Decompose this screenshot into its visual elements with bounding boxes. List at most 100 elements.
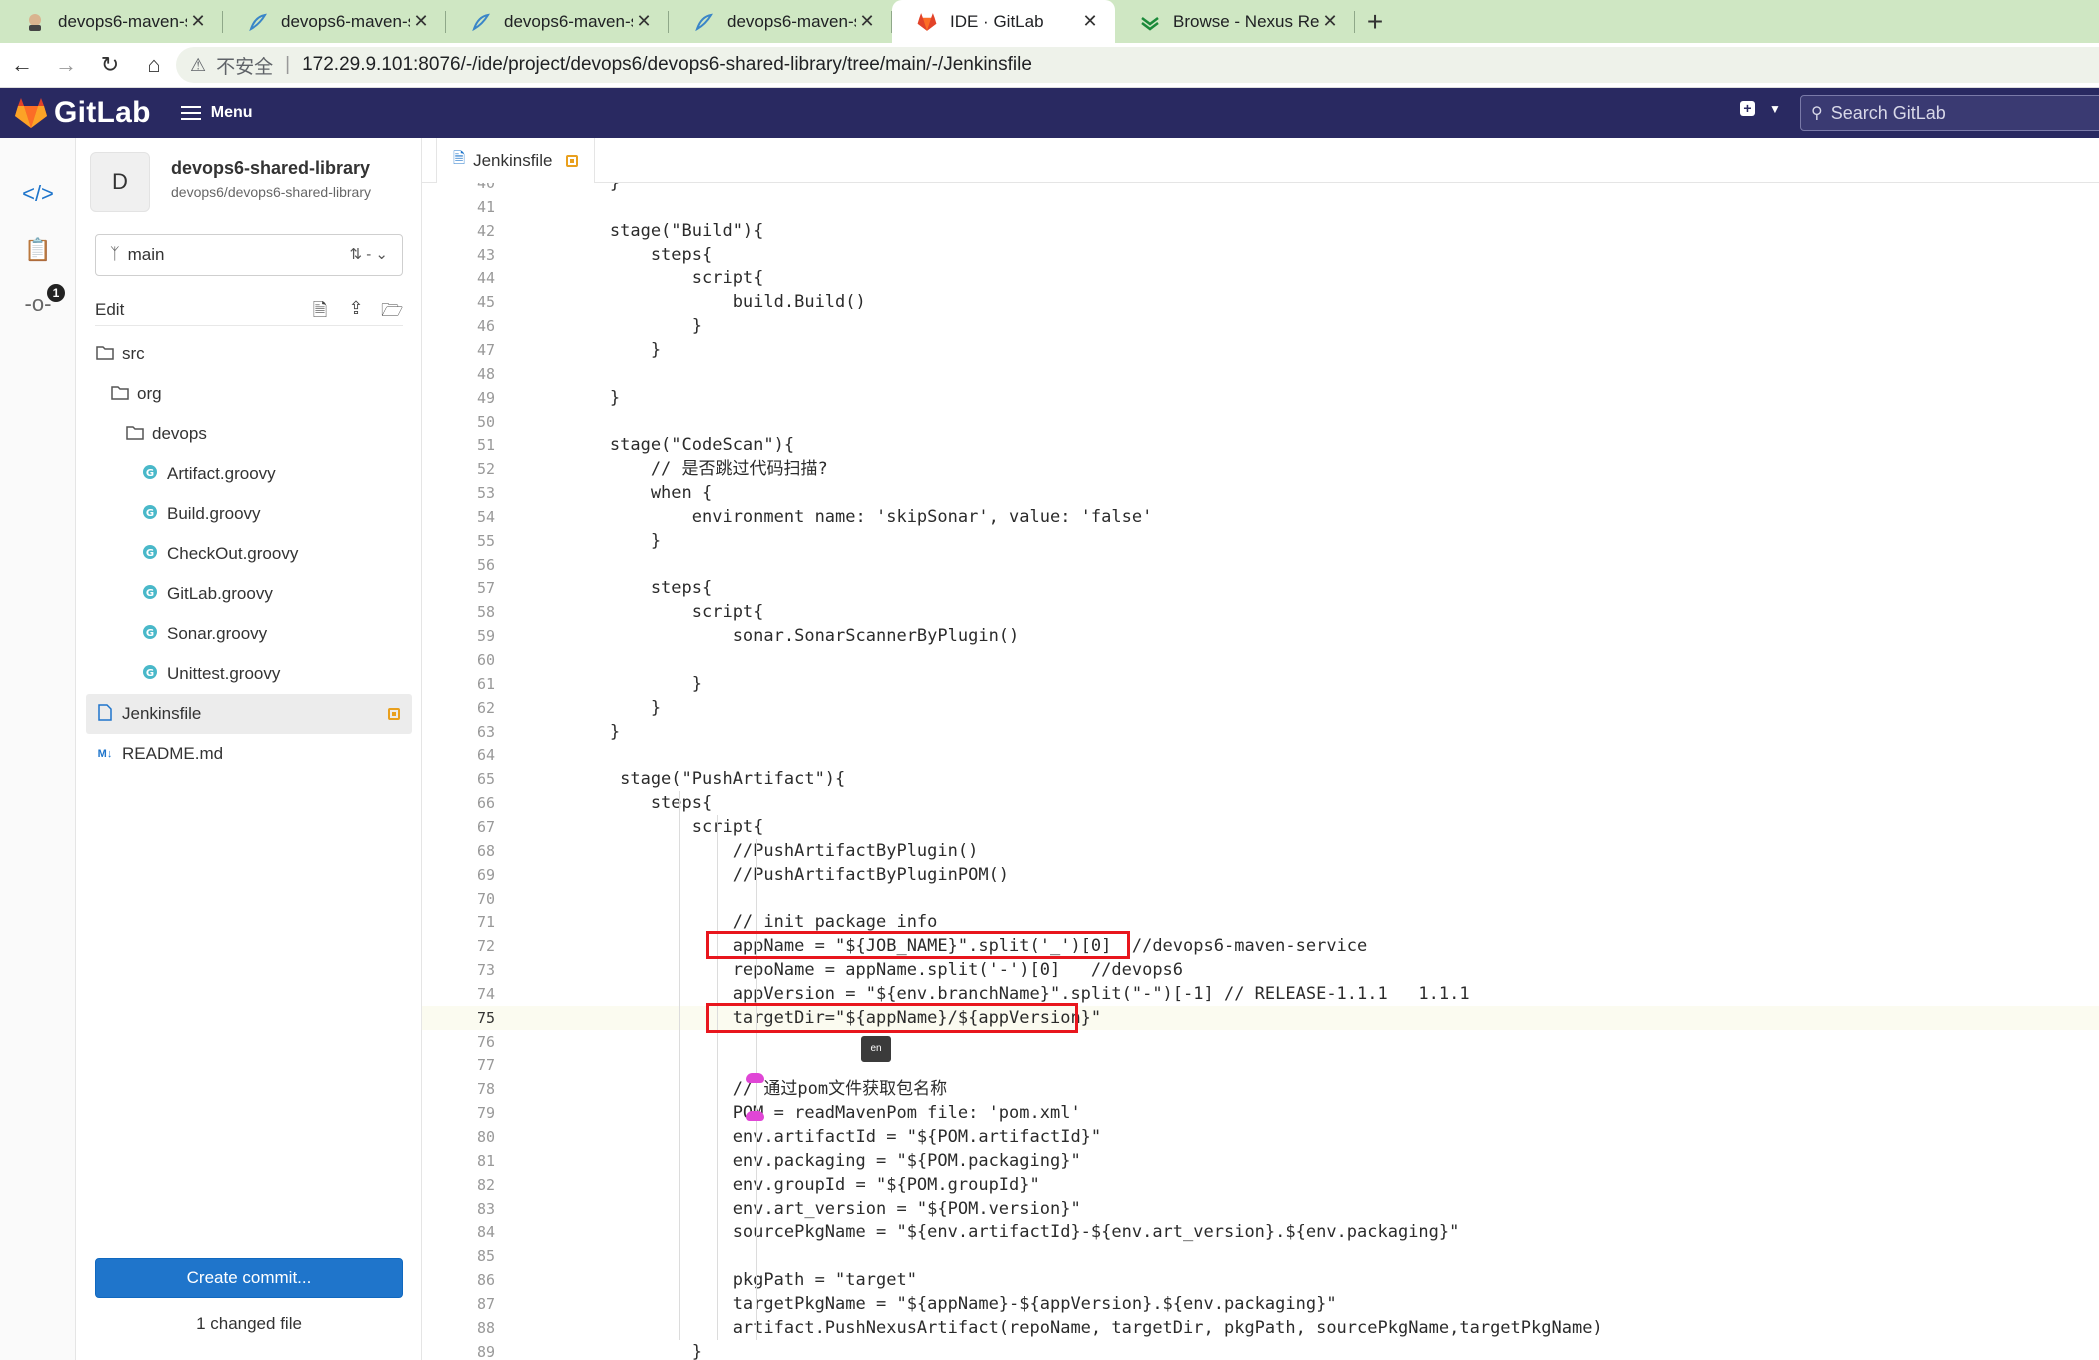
line-number: 49 (476, 388, 495, 407)
reload-icon[interactable]: ↻ (88, 43, 132, 87)
commit-icon[interactable]: -o- 1 (0, 276, 76, 332)
code-line: 58 script{ (422, 600, 2099, 624)
tree-item-checkout-groovy[interactable]: G CheckOut.groovy (86, 534, 412, 574)
line-number: 47 (476, 340, 495, 359)
feather-icon (470, 11, 492, 33)
close-tab-icon[interactable]: ✕ (410, 11, 432, 32)
code-line: 74 appVersion = "${env.branchName}".spli… (422, 982, 2099, 1006)
browser-tab-3[interactable]: devops6-maven-service✕ (446, 0, 669, 43)
code-line: 80 env.artifactId = "${POM.artifactId}" (422, 1125, 2099, 1149)
code-line: 60 (422, 648, 2099, 672)
line-number: 79 (476, 1104, 495, 1123)
menu-label: Menu (210, 104, 253, 121)
branch-icon: ᛉ (110, 246, 120, 263)
code-line: 81 env.packaging = "${POM.packaging}" (422, 1149, 2099, 1173)
search-input[interactable]: ⚲ Search GitLab (1800, 95, 2099, 131)
browser-tab-6[interactable]: Browse - Nexus Repository Ma✕ (1115, 0, 1355, 43)
code-line: 44 script{ (422, 266, 2099, 290)
merge-request-selector[interactable]: ⇅ - ⌄ (350, 245, 389, 263)
folder-icon (94, 345, 116, 364)
code-line: 69 //PushArtifactByPluginPOM() (422, 863, 2099, 887)
line-number: 86 (476, 1271, 495, 1290)
code-line: 89 } (422, 1340, 2099, 1360)
line-number: 58 (476, 603, 495, 622)
line-number: 68 (476, 841, 495, 860)
review-clipboard-icon[interactable]: 📋 (0, 222, 76, 278)
code-text: } (528, 697, 662, 718)
forward-icon[interactable]: → (44, 43, 88, 87)
create-commit-button[interactable]: Create commit... (95, 1258, 403, 1298)
close-tab-icon[interactable]: ✕ (633, 11, 655, 32)
line-number: 50 (476, 412, 495, 431)
code-line: 88 artifact.PushNexusArtifact(repoName, … (422, 1316, 2099, 1340)
upload-icon[interactable]: ⇪ (345, 298, 367, 320)
tree-item-label: Artifact.groovy (167, 464, 276, 483)
close-tab-icon[interactable]: ✕ (187, 11, 209, 32)
tree-item-gitlab-groovy[interactable]: G GitLab.groovy (86, 574, 412, 614)
browser-tab-4[interactable]: devops6-maven-service✕ (669, 0, 892, 43)
close-tab-icon[interactable]: ✕ (1319, 11, 1341, 32)
feather-icon (247, 11, 269, 33)
tree-item-jenkinsfile[interactable]: Jenkinsfile (86, 694, 412, 734)
tree-item-devops[interactable]: devops (86, 414, 412, 454)
project-name[interactable]: devops6-shared-library (171, 158, 370, 179)
plus-square-icon: + (1740, 101, 1755, 116)
code-editor[interactable]: 40 } 41 42 stage("Build"){43 steps{44 scri… (422, 183, 2099, 1360)
line-number: 45 (476, 293, 495, 312)
svg-text:G: G (146, 668, 154, 679)
browser-tab-2[interactable]: devops6-maven-service✕ (223, 0, 446, 43)
new-file-icon[interactable]: 🗎 (309, 298, 331, 320)
browser-tab-1[interactable]: devops6-maven-service_CI [Je✕ (0, 0, 223, 43)
address-separator: | (285, 54, 291, 75)
line-number: 65 (476, 770, 495, 789)
address-bar[interactable]: ⚠ 不安全 | 172.29.9.101:8076/-/ide/project/… (176, 47, 2099, 83)
gitlab-logo[interactable]: GitLab (14, 96, 151, 130)
modified-indicator-icon (388, 708, 400, 720)
home-icon[interactable]: ⌂ (132, 43, 176, 87)
file-tree: src org devops G Artifact.groovy G Build.groov… (86, 334, 412, 774)
project-sidebar: D devops6-shared-library devops6/devops6… (76, 138, 422, 1360)
new-folder-icon[interactable]: 🗁 (381, 298, 403, 320)
tree-item-unittest-groovy[interactable]: G Unittest.groovy (86, 654, 412, 694)
editor-tab-jenkinsfile[interactable]: 🗎 Jenkinsfile (436, 138, 596, 183)
code-line: 40 } (422, 183, 2099, 195)
code-line: 77 (422, 1053, 2099, 1077)
code-line: 54 environment name: 'skipSonar', value:… (422, 505, 2099, 529)
code-line: 85 (422, 1244, 2099, 1268)
back-icon[interactable]: ← (0, 43, 44, 87)
code-line: 82 env.groupId = "${POM.groupId}" (422, 1173, 2099, 1197)
code-line: 70 (422, 887, 2099, 911)
tree-item-src[interactable]: src (86, 334, 412, 374)
browser-tab-5[interactable]: IDE · GitLab ✕ (892, 0, 1115, 43)
tree-item-build-groovy[interactable]: G Build.groovy (86, 494, 412, 534)
edit-mode-icon[interactable]: </> (0, 166, 76, 222)
tree-item-org[interactable]: org (86, 374, 412, 414)
brand-name: GitLab (54, 96, 151, 129)
gitlab-header: GitLab Menu + ▼ ⚲ Search GitLab (0, 88, 2099, 138)
line-number: 57 (476, 579, 495, 598)
file-icon (94, 703, 116, 725)
mr-label: - (366, 246, 372, 263)
tree-item-label: Unittest.groovy (167, 664, 281, 683)
line-number: 55 (476, 531, 495, 550)
branch-dropdown[interactable]: ᛉ main ⇅ - ⌄ (95, 234, 403, 276)
tree-item-artifact-groovy[interactable]: G Artifact.groovy (86, 454, 412, 494)
ime-indicator: en (861, 1035, 891, 1062)
close-tab-icon[interactable]: ✕ (856, 11, 878, 32)
code-text: build.Build() (528, 292, 866, 313)
tree-item-readme-md[interactable]: M↓ README.md (86, 734, 412, 774)
svg-text:G: G (146, 548, 154, 559)
menu-button[interactable]: Menu (180, 102, 253, 124)
new-item-dropdown[interactable]: + ▼ (1740, 101, 1781, 116)
folder-icon (124, 425, 146, 444)
new-tab-icon[interactable]: + (1355, 0, 1395, 43)
code-line: 87 targetPkgName = "${appName}-${appVers… (422, 1292, 2099, 1316)
code-line: 51 stage("CodeScan"){ (422, 433, 2099, 457)
svg-text:G: G (146, 508, 154, 519)
line-number: 40 (476, 183, 495, 192)
project-avatar[interactable]: D (90, 152, 150, 212)
close-tab-icon[interactable]: ✕ (1079, 11, 1101, 32)
tree-item-sonar-groovy[interactable]: G Sonar.groovy (86, 614, 412, 654)
code-line: 65 stage("PushArtifact"){ (422, 767, 2099, 791)
line-number: 77 (476, 1056, 495, 1075)
